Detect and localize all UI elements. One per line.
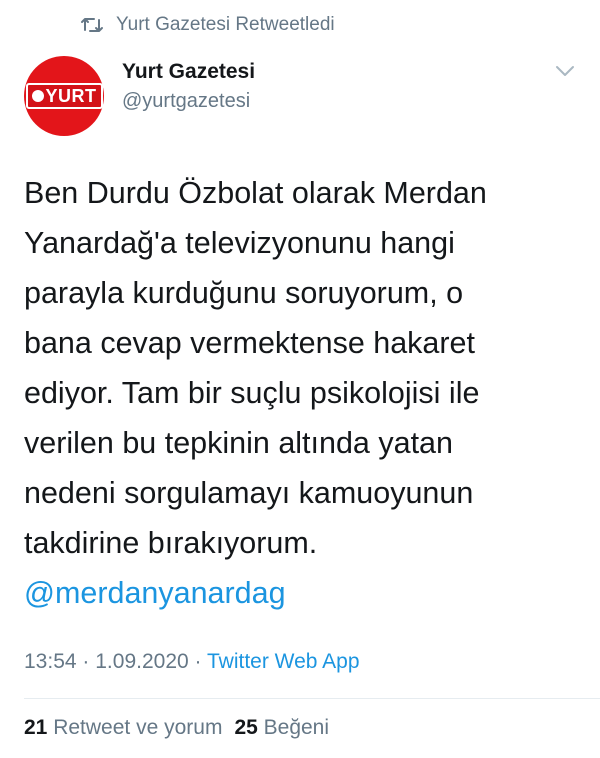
retweets-stat[interactable]: 21 Retweet ve yorum (24, 716, 222, 739)
retweet-indicator[interactable]: Yurt Gazetesi Retweetledi (80, 14, 335, 36)
likes-count: 25 (234, 716, 258, 739)
tweet-source[interactable]: Twitter Web App (207, 650, 360, 673)
retweet-text: Yurt Gazetesi Retweetledi (116, 14, 335, 35)
retweets-label: Retweet ve yorum (53, 716, 223, 739)
tweet-date[interactable]: 1.09.2020 (95, 650, 188, 673)
yurt-logo: YURT (25, 83, 103, 109)
likes-label: Beğeni (263, 716, 330, 739)
retweets-count: 21 (24, 716, 48, 739)
likes-stat[interactable]: 25 Beğeni (234, 716, 329, 739)
tweet-text: Ben Durdu Özbolat olarak Merdan Yanardağ… (24, 176, 487, 560)
retweet-icon (81, 18, 103, 32)
meta-separator: · (82, 650, 90, 673)
logo-text: YURT (45, 86, 97, 106)
meta-separator: · (194, 650, 202, 673)
tweet-time[interactable]: 13:54 (24, 650, 77, 673)
mention-link[interactable]: @merdanyanardag (24, 568, 584, 618)
divider (24, 698, 600, 699)
tweet-stats: 21 Retweet ve yorum 25 Beğeni (24, 716, 329, 740)
tweet-meta: 13:54 · 1.09.2020 · Twitter Web App (24, 650, 360, 674)
author-name[interactable]: Yurt Gazetesi (122, 60, 255, 84)
avatar[interactable]: YURT (24, 56, 104, 136)
tweet-body: Ben Durdu Özbolat olarak Merdan Yanardağ… (24, 168, 584, 618)
author-handle[interactable]: @yurtgazetesi (122, 90, 250, 113)
logo-globe-icon (31, 90, 44, 102)
chevron-down-icon[interactable] (554, 64, 576, 78)
